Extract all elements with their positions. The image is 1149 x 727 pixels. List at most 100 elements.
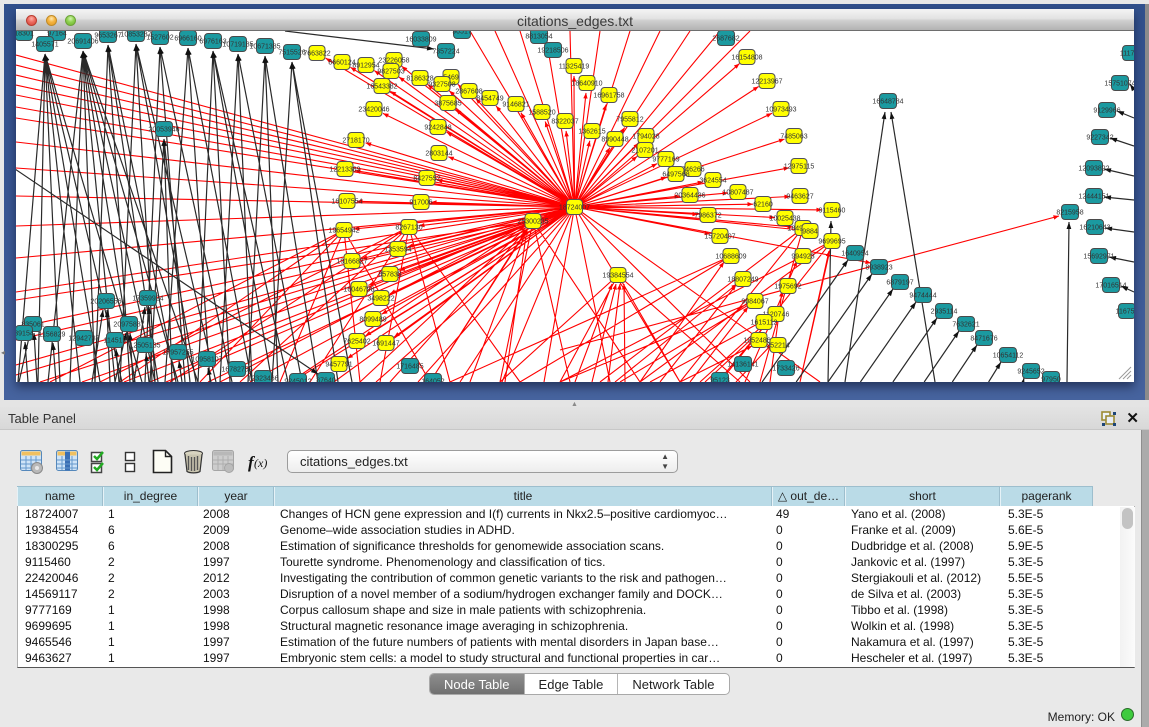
svg-text:18724007: 18724007 <box>559 204 590 211</box>
svg-text:1691447: 1691447 <box>372 340 399 347</box>
svg-text:1794028: 1794028 <box>632 133 659 140</box>
svg-text:87640: 87640 <box>316 377 336 382</box>
svg-text:2107201: 2107201 <box>631 147 658 154</box>
svg-text:9227342: 9227342 <box>1086 134 1113 141</box>
svg-text:8471676: 8471676 <box>970 335 997 342</box>
svg-text:20364436: 20364436 <box>674 192 705 199</box>
svg-text:111746: 111746 <box>1120 50 1134 57</box>
svg-text:1640954: 1640954 <box>841 250 868 257</box>
svg-text:1353594: 1353594 <box>384 246 411 253</box>
svg-text:8427552: 8427552 <box>413 175 440 182</box>
svg-text:7515526: 7515526 <box>278 49 305 56</box>
svg-text:8215958: 8215958 <box>1056 209 1083 216</box>
svg-text:10654112: 10654112 <box>993 352 1024 359</box>
svg-text:16210643: 16210643 <box>1079 224 1110 231</box>
svg-text:16648784: 16648784 <box>872 98 903 105</box>
svg-text:16782759: 16782759 <box>221 366 252 373</box>
svg-text:1588520: 1588520 <box>528 109 555 116</box>
svg-text:9474444: 9474444 <box>909 292 936 299</box>
svg-text:9463627: 9463627 <box>786 193 813 200</box>
svg-text:3498222: 3498222 <box>367 295 394 302</box>
svg-text:90517: 90517 <box>452 31 472 35</box>
svg-text:12323466: 12323466 <box>247 375 278 382</box>
svg-text:9699695: 9699695 <box>818 238 845 245</box>
svg-text:16543382: 16543382 <box>366 83 397 90</box>
svg-text:95123: 95123 <box>710 377 730 382</box>
svg-text:2935114: 2935114 <box>931 308 958 315</box>
svg-text:16046798: 16046798 <box>343 286 374 293</box>
svg-text:9827503: 9827503 <box>377 68 404 75</box>
svg-text:15720407: 15720407 <box>704 233 735 240</box>
svg-text:1527602: 1527602 <box>146 34 173 41</box>
svg-text:6879197: 6879197 <box>886 279 913 286</box>
svg-text:9884: 9884 <box>802 228 818 235</box>
svg-text:11325419: 11325419 <box>559 63 590 70</box>
svg-text:8990448: 8990448 <box>601 136 628 143</box>
svg-text:7986372: 7986372 <box>694 212 721 219</box>
svg-text:12444151: 12444151 <box>1078 193 1109 200</box>
svg-text:2867608: 2867608 <box>455 88 482 95</box>
svg-text:10688609: 10688609 <box>715 253 746 260</box>
svg-text:2687682: 2687682 <box>712 35 739 42</box>
svg-text:18301: 18301 <box>16 31 34 37</box>
svg-text:994923: 994923 <box>791 253 814 260</box>
svg-text:10807487: 10807487 <box>722 189 753 196</box>
svg-text:7663822: 7663822 <box>303 50 330 57</box>
svg-text:12093822: 12093822 <box>1078 165 1109 172</box>
svg-text:10958107: 10958107 <box>191 356 222 363</box>
svg-text:1716485: 1716485 <box>396 363 423 370</box>
svg-text:9115460: 9115460 <box>819 207 846 214</box>
svg-text:9242848: 9242848 <box>424 124 451 131</box>
svg-text:97950: 97950 <box>1041 376 1061 382</box>
svg-text:1362615: 1362615 <box>578 128 605 135</box>
svg-text:20053946: 20053946 <box>148 126 179 133</box>
svg-text:3875685: 3875685 <box>434 100 461 107</box>
svg-text:62160: 62160 <box>753 201 773 208</box>
svg-text:12942737: 12942737 <box>68 335 99 342</box>
svg-text:12213967: 12213967 <box>751 78 782 85</box>
svg-text:7955812: 7955812 <box>616 116 643 123</box>
svg-text:20975887: 20975887 <box>113 321 144 328</box>
svg-text:10671385: 10671385 <box>249 43 280 50</box>
svg-text:(x): (x) <box>254 456 267 470</box>
svg-text:9457791: 9457791 <box>325 361 352 368</box>
svg-text:1405571: 1405571 <box>31 41 58 48</box>
svg-text:19218506: 19218506 <box>537 47 568 54</box>
svg-text:8813054: 8813054 <box>525 33 552 40</box>
svg-text:12505135: 12505135 <box>129 342 160 349</box>
svg-text:20691406: 20691406 <box>67 38 98 45</box>
svg-text:3624554: 3624554 <box>699 177 726 184</box>
svg-text:6497568: 6497568 <box>662 171 689 178</box>
svg-text:16154808: 16154808 <box>731 54 762 61</box>
svg-text:20206556: 20206556 <box>90 298 121 305</box>
svg-text:8938923: 8938923 <box>865 264 892 271</box>
svg-text:8099489: 8099489 <box>359 316 386 323</box>
svg-text:1975692: 1975692 <box>774 283 801 290</box>
svg-text:16033809: 16033809 <box>405 36 436 43</box>
svg-text:19384554: 19384554 <box>602 272 633 279</box>
svg-text:12213389: 12213389 <box>329 166 360 173</box>
svg-text:252214: 252214 <box>766 342 789 349</box>
svg-text:8912954: 8912954 <box>352 62 379 69</box>
svg-text:7485063: 7485063 <box>780 133 807 140</box>
svg-text:8267130: 8267130 <box>395 224 422 231</box>
svg-text:12975115: 12975115 <box>784 163 815 170</box>
svg-text:17359924: 17359924 <box>132 295 163 302</box>
svg-text:9245652: 9245652 <box>1017 368 1044 375</box>
svg-text:15751074: 15751074 <box>1104 80 1134 87</box>
svg-text:857833: 857833 <box>378 271 401 278</box>
svg-text:9084067: 9084067 <box>741 298 768 305</box>
svg-text:1733426: 1733426 <box>772 365 799 372</box>
svg-text:16961758: 16961758 <box>593 92 624 99</box>
svg-text:18640910: 18640910 <box>571 80 602 87</box>
svg-text:17957255: 17957255 <box>162 349 193 356</box>
svg-text:9245012: 9245012 <box>284 378 311 382</box>
svg-text:9327508: 9327508 <box>428 81 455 88</box>
svg-text:9653267: 9653267 <box>94 32 121 39</box>
svg-text:9129966: 9129966 <box>1093 107 1120 114</box>
svg-text:9777169: 9777169 <box>652 156 679 163</box>
svg-text:7357224: 7357224 <box>432 48 459 55</box>
svg-text:23420046: 23420046 <box>358 106 389 113</box>
svg-text:7625402: 7625402 <box>343 338 370 345</box>
svg-text:19654942: 19654942 <box>328 227 359 234</box>
